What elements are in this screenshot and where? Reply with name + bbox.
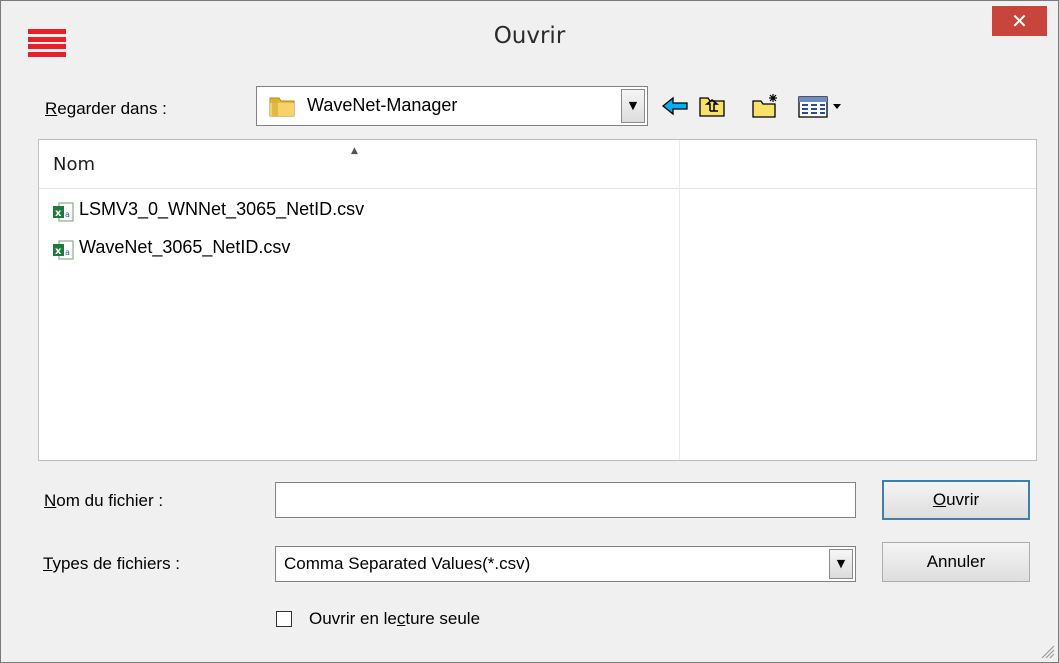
up-folder-icon[interactable] (698, 93, 726, 119)
file-name-label: Nom du fichier : (44, 491, 164, 510)
svg-text:x: x (55, 246, 62, 257)
list-header: ▲ Nom (39, 140, 1036, 189)
new-folder-icon[interactable] (751, 93, 781, 119)
file-list[interactable]: ▲ Nom x a LSMV3_0_WNNet_3065_NetID.csv x… (38, 139, 1037, 461)
resize-grip-icon[interactable] (1039, 643, 1055, 659)
excel-csv-icon: x a (53, 240, 74, 260)
file-name-input[interactable] (275, 482, 856, 518)
svg-text:a: a (65, 210, 70, 219)
column-header-name[interactable]: Nom (53, 154, 95, 175)
svg-text:a: a (65, 248, 70, 257)
back-arrow-icon[interactable] (661, 93, 689, 119)
list-item[interactable]: x a WaveNet_3065_NetID.csv (49, 234, 649, 266)
title-bar[interactable]: Ouvrir ✕ (1, 1, 1058, 87)
file-type-label: Types de fichiers : (43, 554, 181, 573)
open-dialog: Ouvrir ✕ Regarder dans : WaveNet-Manager… (0, 0, 1059, 663)
view-menu-icon[interactable] (797, 93, 849, 119)
column-divider[interactable] (679, 140, 680, 460)
close-button[interactable]: ✕ (992, 6, 1047, 36)
file-name: LSMV3_0_WNNet_3065_NetID.csv (79, 199, 365, 219)
look-in-combobox[interactable]: WaveNet-Manager ▼ (256, 86, 648, 126)
excel-csv-icon: x a (53, 202, 74, 222)
look-in-label: Regarder dans : (45, 99, 167, 118)
file-type-value: Comma Separated Values(*.csv) (284, 554, 531, 573)
open-button[interactable]: Ouvrir (882, 480, 1030, 520)
look-in-dropdown-button[interactable]: ▼ (621, 89, 645, 123)
dialog-title: Ouvrir (493, 23, 566, 49)
file-type-dropdown-button[interactable]: ▼ (829, 549, 853, 579)
read-only-label[interactable]: Ouvrir en lecture seule (309, 609, 480, 629)
svg-text:x: x (55, 208, 62, 219)
read-only-checkbox[interactable] (276, 611, 292, 627)
list-item[interactable]: x a LSMV3_0_WNNet_3065_NetID.csv (49, 196, 649, 228)
file-type-select[interactable]: Comma Separated Values(*.csv) ▼ (275, 546, 856, 582)
current-folder-name: WaveNet-Manager (307, 95, 458, 115)
file-name: WaveNet_3065_NetID.csv (79, 237, 291, 257)
folder-icon (269, 97, 295, 117)
sort-ascending-icon: ▲ (351, 146, 358, 156)
cancel-button[interactable]: Annuler (882, 542, 1030, 582)
